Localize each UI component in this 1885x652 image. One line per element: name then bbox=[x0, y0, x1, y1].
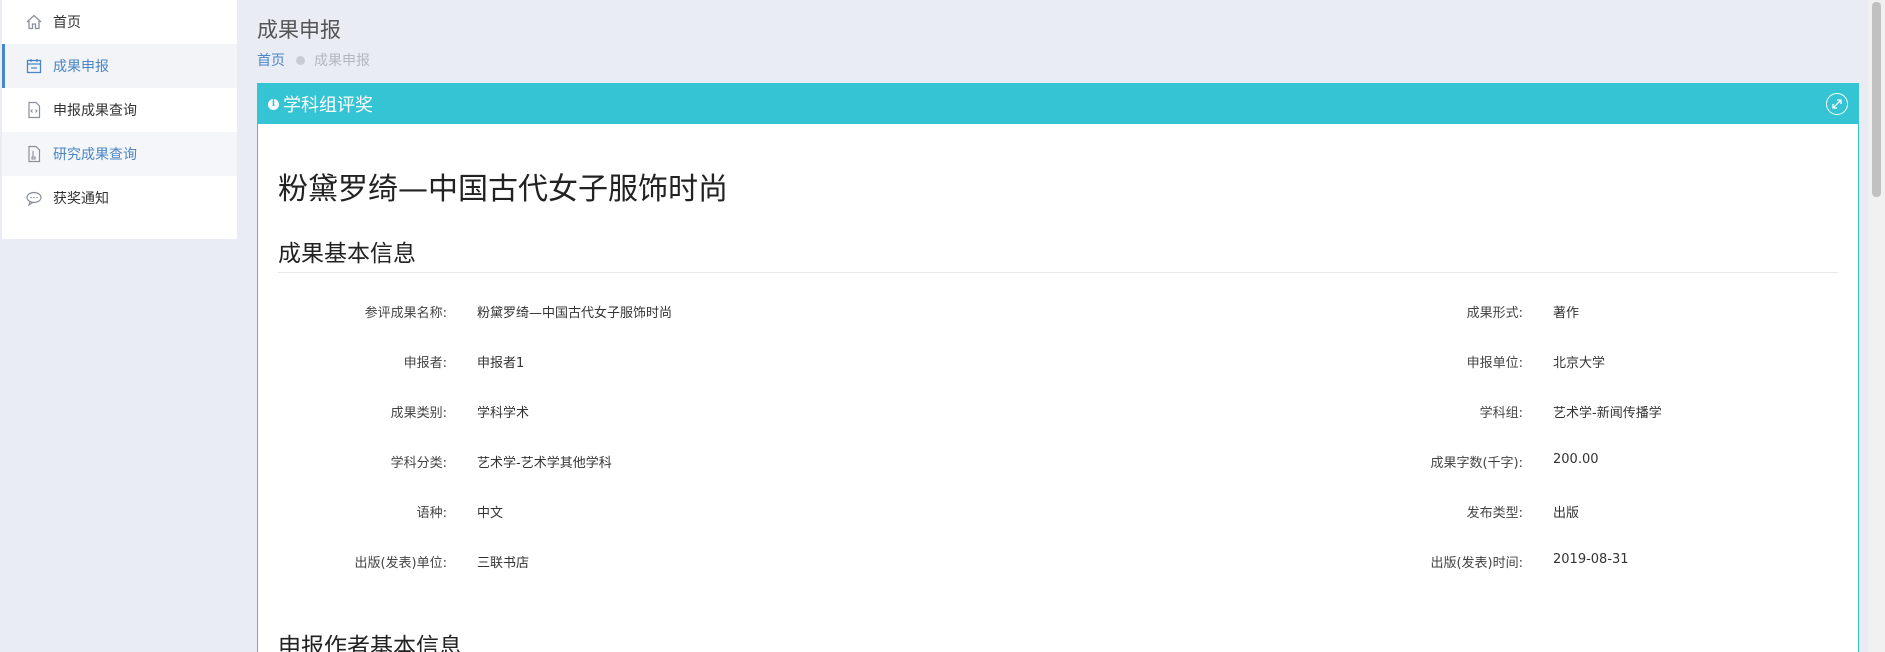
sidebar-item-home[interactable]: 首页 bbox=[2, 0, 237, 44]
sidebar-item-award-notice[interactable]: 获奖通知 bbox=[2, 176, 237, 220]
field-value: 申报者1 bbox=[477, 356, 525, 371]
field-value: 出版 bbox=[1553, 506, 1580, 521]
panel-header: i 学科组评奖 bbox=[258, 84, 1858, 124]
sidebar-item-label: 成果申报 bbox=[53, 59, 109, 75]
field-label: 成果字数(千字): bbox=[1430, 456, 1523, 471]
field-label: 申报者: bbox=[403, 356, 447, 371]
achievement-title: 粉黛罗绮—中国古代女子服饰时尚 bbox=[278, 172, 728, 207]
panel-body: 粉黛罗绮—中国古代女子服饰时尚 成果基本信息 参评成果名称: 粉黛罗绮—中国古代女… bbox=[258, 164, 1858, 652]
sidebar-item-submit[interactable]: 成果申报 bbox=[2, 44, 237, 88]
info-grid: 参评成果名称: 粉黛罗绮—中国古代女子服饰时尚 成果形式: 著作申报者: 申报者1 申报单… bbox=[278, 302, 1838, 602]
field-label: 学科组: bbox=[1479, 406, 1523, 421]
sidebar-item-label: 申报成果查询 bbox=[53, 103, 137, 119]
field-value: 学科学术 bbox=[477, 406, 530, 421]
field-label: 出版(发表)单位: bbox=[354, 556, 447, 571]
scrollbar-thumb[interactable] bbox=[1872, 2, 1881, 197]
info-cell: 成果类别: 学科学术 bbox=[278, 402, 1058, 421]
field-label: 成果类别: bbox=[390, 406, 447, 421]
breadcrumb: 首页 成果申报 bbox=[257, 50, 370, 70]
info-cell: 成果字数(千字): 200.00 bbox=[1058, 452, 1753, 471]
panel-title: 学科组评奖 bbox=[283, 95, 373, 116]
info-cell: 申报者: 申报者1 bbox=[278, 352, 1058, 371]
page-title: 成果申报 bbox=[257, 18, 341, 42]
code-file-icon bbox=[25, 101, 43, 119]
info-cell: 发布类型: 出版 bbox=[1058, 502, 1753, 521]
sidebar-item-label: 首页 bbox=[53, 15, 81, 31]
file-icon bbox=[25, 145, 43, 163]
info-cell: 学科分类: 艺术学-艺术学其他学科 bbox=[278, 452, 1058, 471]
info-row: 申报者: 申报者1 申报单位: 北京大学 bbox=[278, 352, 1838, 402]
award-panel: i 学科组评奖 粉黛罗绮—中国古代女子服饰时尚 成果基本信息 参评成果名称: 粉黛… bbox=[257, 83, 1859, 652]
info-icon: i bbox=[268, 98, 279, 110]
field-value: 三联书店 bbox=[477, 556, 530, 571]
field-label: 语种: bbox=[416, 506, 447, 521]
info-cell: 语种: 中文 bbox=[278, 502, 1058, 521]
field-label: 成果形式: bbox=[1466, 306, 1523, 321]
field-value: 中文 bbox=[477, 506, 504, 521]
sidebar-item-label: 获奖通知 bbox=[53, 191, 109, 207]
field-value: 北京大学 bbox=[1553, 356, 1606, 371]
info-cell: 出版(发表)时间: 2019-08-31 bbox=[1058, 552, 1753, 571]
sidebar-item-query-research[interactable]: 研究成果查询 bbox=[2, 132, 237, 176]
info-cell: 出版(发表)单位: 三联书店 bbox=[278, 552, 1058, 571]
info-row: 学科分类: 艺术学-艺术学其他学科 成果字数(千字): 200.00 bbox=[278, 452, 1838, 502]
info-cell: 学科组: 艺术学-新闻传播学 bbox=[1058, 402, 1753, 421]
field-value: 著作 bbox=[1553, 306, 1580, 321]
field-label: 发布类型: bbox=[1466, 506, 1523, 521]
sidebar: 首页 成果申报 申报成果查询 研究成果查询 获奖通知 bbox=[2, 0, 237, 239]
field-value: 粉黛罗绮—中国古代女子服饰时尚 bbox=[477, 306, 673, 321]
field-label: 出版(发表)时间: bbox=[1430, 556, 1523, 571]
info-cell: 成果形式: 著作 bbox=[1058, 302, 1753, 321]
field-value: 200.00 bbox=[1553, 452, 1599, 467]
page-scrollbar[interactable] bbox=[1868, 0, 1885, 652]
calendar-icon bbox=[25, 57, 43, 75]
info-row: 参评成果名称: 粉黛罗绮—中国古代女子服饰时尚 成果形式: 著作 bbox=[278, 302, 1838, 352]
info-row: 成果类别: 学科学术 学科组: 艺术学-新闻传播学 bbox=[278, 402, 1838, 452]
chat-icon bbox=[25, 189, 43, 207]
field-value: 2019-08-31 bbox=[1553, 552, 1629, 567]
section-title-author-info: 申报作者基本信息 bbox=[278, 627, 1838, 652]
breadcrumb-separator bbox=[296, 55, 305, 65]
field-label: 参评成果名称: bbox=[364, 306, 447, 321]
info-cell: 参评成果名称: 粉黛罗绮—中国古代女子服饰时尚 bbox=[278, 302, 1058, 321]
info-cell: 申报单位: 北京大学 bbox=[1058, 352, 1753, 371]
info-row: 出版(发表)单位: 三联书店 出版(发表)时间: 2019-08-31 bbox=[278, 552, 1838, 602]
home-icon bbox=[25, 13, 43, 31]
field-value: 艺术学-新闻传播学 bbox=[1553, 406, 1662, 421]
field-label: 学科分类: bbox=[390, 456, 447, 471]
expand-icon[interactable] bbox=[1826, 93, 1848, 115]
sidebar-item-label: 研究成果查询 bbox=[53, 147, 137, 163]
field-value: 艺术学-艺术学其他学科 bbox=[477, 456, 612, 471]
info-row: 语种: 中文 发布类型: 出版 bbox=[278, 502, 1838, 552]
sidebar-item-query-submitted[interactable]: 申报成果查询 bbox=[2, 88, 237, 132]
breadcrumb-home-link[interactable]: 首页 bbox=[257, 50, 285, 70]
section-title-basic-info: 成果基本信息 bbox=[278, 234, 1838, 273]
breadcrumb-current: 成果申报 bbox=[314, 53, 370, 69]
field-label: 申报单位: bbox=[1466, 356, 1523, 371]
